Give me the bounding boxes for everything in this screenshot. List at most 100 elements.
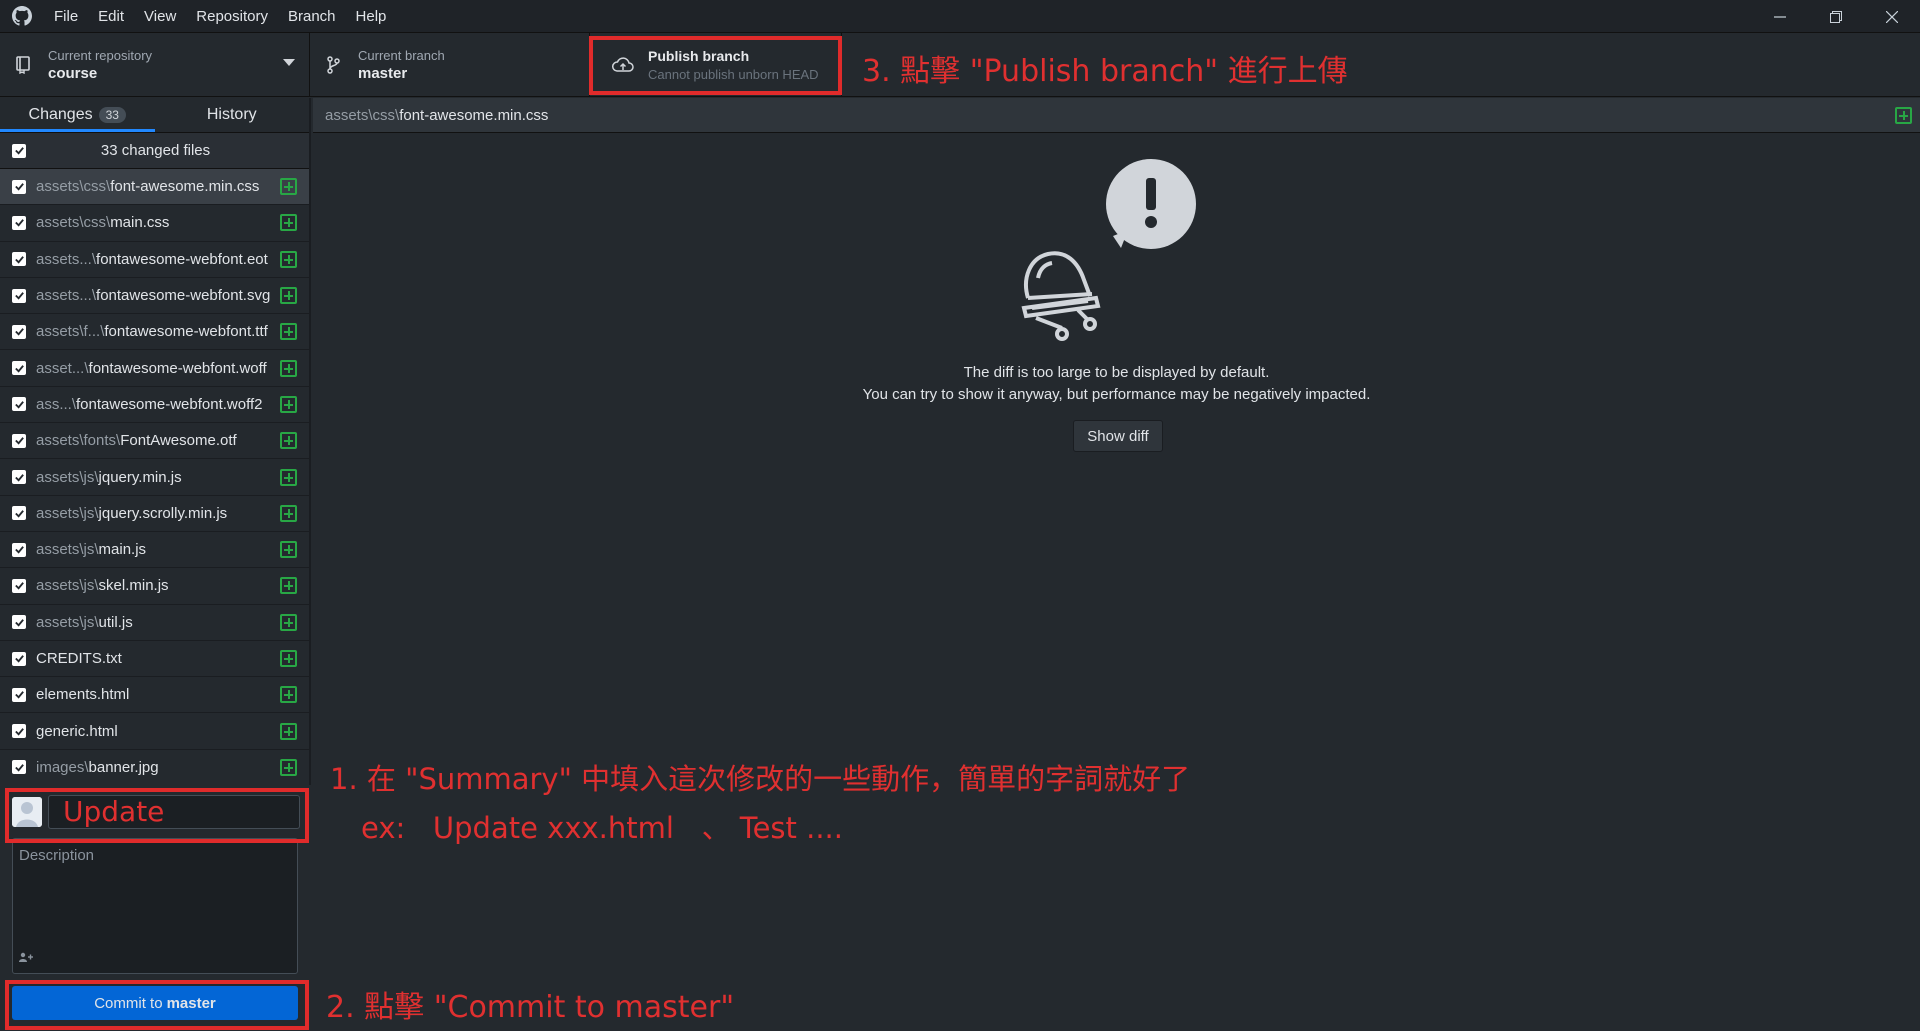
file-checkbox[interactable]: [12, 578, 26, 593]
file-checkbox[interactable]: [12, 433, 26, 448]
added-status-icon: [280, 650, 297, 667]
added-status-icon: [280, 432, 297, 450]
file-path: assets...\fontawesome-webfont.svg: [36, 287, 280, 304]
diff-message-line2: You can try to show it anyway, but perfo…: [862, 386, 1371, 403]
file-path: assets\fonts\FontAwesome.otf: [36, 432, 280, 449]
file-row[interactable]: assets...\fontawesome-webfont.eot: [0, 242, 309, 278]
file-checkbox[interactable]: [12, 288, 26, 303]
file-dir: assets\fonts\: [36, 432, 121, 450]
file-checkbox[interactable]: [12, 397, 26, 412]
file-name: fontawesome-webfont.woff: [88, 359, 267, 377]
file-checkbox[interactable]: [12, 615, 26, 630]
file-name: font-awesome.min.css: [110, 178, 260, 196]
file-checkbox[interactable]: [12, 687, 26, 702]
menu-repository[interactable]: Repository: [186, 0, 278, 33]
file-row[interactable]: assets\js\jquery.min.js: [0, 459, 309, 496]
file-row[interactable]: assets...\fontawesome-webfont.svg: [0, 278, 309, 315]
file-name: banner.jpg: [88, 758, 159, 776]
file-row[interactable]: assets\css\main.css: [0, 205, 309, 242]
branch-label: Current branch: [358, 48, 445, 63]
menu-view[interactable]: View: [134, 0, 186, 33]
file-checkbox[interactable]: [12, 252, 26, 267]
file-checkbox[interactable]: [12, 651, 26, 666]
file-path: asset...\fontawesome-webfont.woff: [36, 360, 280, 377]
file-dir: assets...\: [36, 287, 97, 305]
added-status-icon: [280, 214, 297, 232]
file-row[interactable]: assets\fonts\FontAwesome.otf: [0, 423, 309, 460]
menu-branch[interactable]: Branch: [278, 0, 346, 33]
file-row[interactable]: assets\js\main.js: [0, 532, 309, 569]
description-textarea[interactable]: Description: [12, 838, 298, 974]
file-checkbox[interactable]: [12, 470, 26, 485]
title-bar: File Edit View Repository Branch Help: [0, 0, 1920, 33]
summary-highlight-box: [5, 788, 309, 843]
file-checkbox[interactable]: [12, 215, 26, 230]
file-name: main.css: [110, 214, 170, 232]
changes-count-badge: 33: [98, 107, 126, 123]
file-row[interactable]: asset...\fontawesome-webfont.woff: [0, 350, 309, 387]
annotation-step3: 3. 點擊 "Publish branch" 進行上傳: [862, 54, 1348, 89]
file-dir: assets\js\: [36, 468, 99, 486]
github-logo-icon: [0, 0, 44, 33]
sidebar: Changes 33 History 33 changed files asse…: [0, 98, 311, 1031]
file-name: fontawesome-webfont.ttf: [104, 323, 268, 341]
file-name: util.js: [98, 613, 133, 631]
annotation-step2: 2. 點擊 "Commit to master": [326, 990, 735, 1025]
file-name: CREDITS.txt: [36, 650, 122, 667]
publish-highlight-box: [589, 36, 842, 95]
file-row[interactable]: images\banner.jpg: [0, 750, 309, 787]
branch-icon: [322, 56, 344, 74]
changed-files-header: 33 changed files: [0, 133, 309, 169]
file-dir: assets\css\: [36, 178, 111, 196]
file-row[interactable]: CREDITS.txt: [0, 641, 309, 678]
file-path: assets\js\main.js: [36, 541, 280, 558]
add-coauthor-icon[interactable]: [19, 951, 33, 965]
restore-button[interactable]: [1808, 0, 1864, 33]
file-row[interactable]: elements.html: [0, 677, 309, 714]
file-checkbox[interactable]: [12, 724, 26, 739]
menu-file[interactable]: File: [44, 0, 88, 33]
added-status-icon: [280, 468, 297, 486]
file-checkbox[interactable]: [12, 506, 26, 521]
added-status-icon: [280, 686, 297, 704]
file-checkbox[interactable]: [12, 760, 26, 775]
show-diff-button[interactable]: Show diff: [1073, 420, 1163, 452]
added-status-icon: [280, 577, 297, 595]
tab-changes[interactable]: Changes 33: [0, 98, 155, 132]
diff-message-line1: The diff is too large to be displayed by…: [963, 364, 1270, 381]
file-row[interactable]: assets\js\jquery.scrolly.min.js: [0, 496, 309, 532]
file-row[interactable]: ass...\fontawesome-webfont.woff2: [0, 387, 309, 424]
diff-too-large-illustration-icon: [1021, 159, 1196, 341]
file-row[interactable]: generic.html: [0, 713, 309, 750]
file-row[interactable]: assets\css\font-awesome.min.css: [0, 169, 309, 206]
added-status-icon: [280, 287, 297, 305]
select-all-checkbox[interactable]: [12, 143, 26, 158]
file-path: ass...\fontawesome-webfont.woff2: [36, 396, 280, 413]
file-row[interactable]: assets\js\util.js: [0, 605, 309, 641]
file-dir: assets\f...\: [36, 323, 105, 341]
added-status-icon: [280, 178, 297, 196]
commit-highlight-box: [5, 980, 309, 1030]
file-row[interactable]: assets\js\skel.min.js: [0, 568, 309, 605]
repository-selector[interactable]: Current repository course: [0, 33, 310, 97]
minimize-button[interactable]: [1752, 0, 1808, 33]
added-status-icon: [280, 250, 297, 268]
file-checkbox[interactable]: [12, 361, 26, 376]
path-file: font-awesome.min.css: [399, 106, 549, 124]
file-name: jquery.min.js: [98, 468, 182, 486]
file-row[interactable]: assets\f...\fontawesome-webfont.ttf: [0, 314, 309, 351]
file-dir: images\: [36, 758, 89, 776]
file-checkbox[interactable]: [12, 179, 26, 194]
file-dir: assets\js\: [36, 541, 99, 559]
tab-history-label: History: [206, 106, 257, 123]
close-button[interactable]: [1864, 0, 1920, 33]
file-checkbox[interactable]: [12, 324, 26, 339]
file-checkbox[interactable]: [12, 542, 26, 557]
file-path: assets\css\font-awesome.min.css: [36, 178, 280, 195]
tab-history[interactable]: History: [155, 98, 310, 132]
menu-edit[interactable]: Edit: [88, 0, 134, 33]
menu-help[interactable]: Help: [346, 0, 397, 33]
file-dir: assets\js\: [36, 504, 99, 522]
repo-label: Current repository: [48, 48, 153, 63]
branch-selector[interactable]: Current branch master: [310, 33, 590, 97]
